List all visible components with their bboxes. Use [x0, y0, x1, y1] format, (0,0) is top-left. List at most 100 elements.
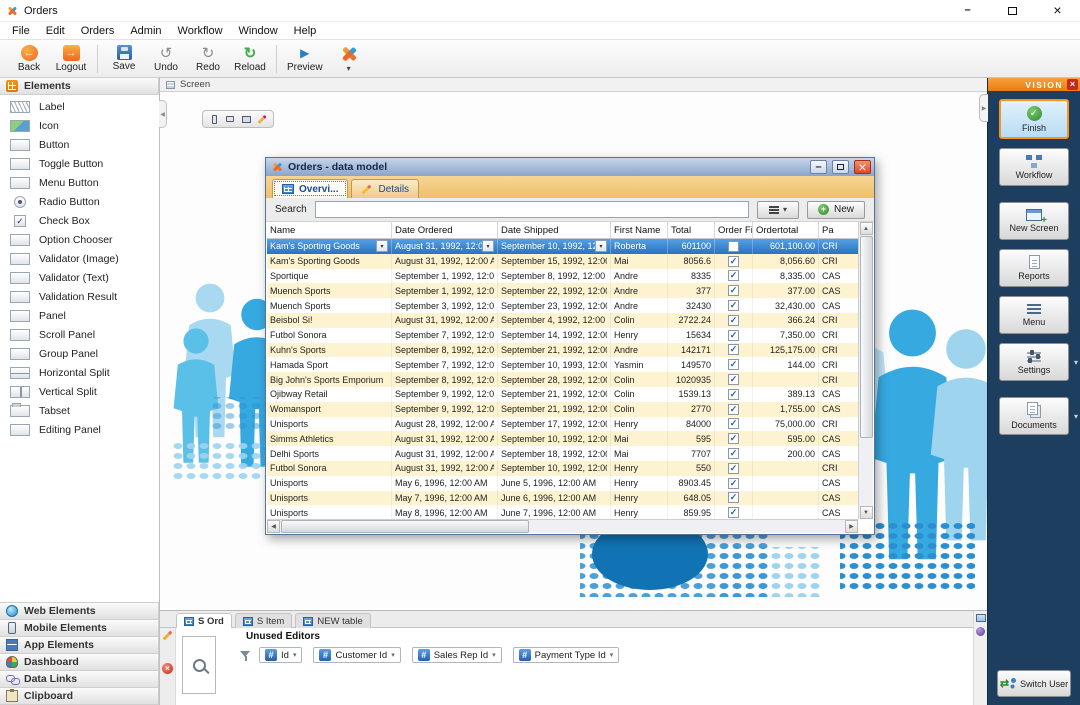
- checkbox-checked-icon[interactable]: ✓: [728, 315, 739, 326]
- checkbox-checked-icon[interactable]: ✓: [728, 463, 739, 474]
- dialog-tab-overvi[interactable]: Overvi...: [272, 179, 348, 198]
- menu-item-window[interactable]: Window: [231, 24, 286, 38]
- element-icon[interactable]: Icon: [0, 116, 159, 135]
- sidebar-collapse-handle[interactable]: ◀: [159, 100, 167, 128]
- device-pencil-button[interactable]: [255, 113, 269, 125]
- toolbar-button-back[interactable]: Back: [8, 41, 50, 77]
- table-row-sportique-2[interactable]: SportiqueSeptember 1, 1992, 12:00 AMSept…: [267, 269, 858, 284]
- column-header-date-ordered[interactable]: Date Ordered: [392, 222, 498, 238]
- scroll-up-button[interactable]: ▲: [860, 222, 873, 235]
- column-header-total[interactable]: Total: [668, 222, 715, 238]
- horizontal-scrollbar[interactable]: ◀ ▶: [267, 519, 858, 533]
- table-row-hamada-sport-8[interactable]: Hamada SportSeptember 7, 1992, 12:00 AMS…: [267, 357, 858, 372]
- element-validator-image[interactable]: Validator (Image): [0, 249, 159, 268]
- checkbox-checked-icon[interactable]: ✓: [728, 404, 739, 415]
- panel-header-clipboard[interactable]: Clipboard: [0, 687, 159, 705]
- element-validation-result[interactable]: Validation Result: [0, 287, 159, 306]
- checkbox-checked-icon[interactable]: ✓: [728, 478, 739, 489]
- vision-finish-button[interactable]: Finish: [999, 99, 1069, 139]
- monitor-icon[interactable]: [976, 614, 986, 622]
- element-label[interactable]: Label: [0, 97, 159, 116]
- element-button[interactable]: Button: [0, 135, 159, 154]
- checkbox-unchecked-icon[interactable]: [728, 241, 739, 252]
- panel-header-data-links[interactable]: Data Links: [0, 670, 159, 688]
- dialog-maximize-button[interactable]: [832, 160, 849, 174]
- table-row-unisports-17[interactable]: UnisportsMay 7, 1996, 12:00 AMJune 6, 19…: [267, 491, 858, 506]
- scroll-right-button[interactable]: ▶: [845, 520, 858, 533]
- checkbox-checked-icon[interactable]: ✓: [728, 285, 739, 296]
- combo-dropdown-icon[interactable]: ▾: [595, 240, 607, 252]
- table-menu-button[interactable]: ▾: [757, 201, 799, 219]
- maximize-button[interactable]: [990, 0, 1035, 21]
- toolbar-button-save[interactable]: Save: [103, 41, 145, 77]
- search-input[interactable]: [315, 201, 749, 218]
- device-tablet-button[interactable]: [223, 113, 237, 125]
- table-row-futbol-sonora-6[interactable]: Futbol SonoraSeptember 7, 1992, 12:00 AM…: [267, 328, 858, 343]
- table-row-womansport-11[interactable]: WomansportSeptember 9, 1992, 12:00 AMSep…: [267, 402, 858, 417]
- checkbox-checked-icon[interactable]: ✓: [728, 507, 739, 518]
- vision-collapse-handle[interactable]: ▶: [979, 94, 988, 122]
- editor-tab-s-ord[interactable]: S Ord: [176, 613, 232, 628]
- checkbox-checked-icon[interactable]: ✓: [728, 344, 739, 355]
- vertical-scroll-thumb[interactable]: [860, 236, 873, 438]
- dropdown-arrow-icon[interactable]: ▾: [1074, 358, 1078, 367]
- toolbar-button-logout[interactable]: Logout: [50, 41, 92, 77]
- checkbox-checked-icon[interactable]: ✓: [728, 389, 739, 400]
- table-row-ojibway-retail-10[interactable]: Ojibway RetailSeptember 9, 1992, 12:00 A…: [267, 387, 858, 402]
- remove-icon[interactable]: [162, 663, 173, 674]
- panel-header-web-elements[interactable]: Web Elements: [0, 602, 159, 620]
- dialog-title-bar[interactable]: Orders - data model: [266, 158, 874, 176]
- new-record-button[interactable]: New: [807, 201, 865, 219]
- toolbar-button-undo[interactable]: Undo: [145, 41, 187, 77]
- element-panel[interactable]: Panel: [0, 306, 159, 325]
- device-monitor-button[interactable]: [239, 113, 253, 125]
- element-editing-panel[interactable]: Editing Panel: [0, 420, 159, 439]
- menu-item-help[interactable]: Help: [286, 24, 325, 38]
- column-header-order-filled[interactable]: Order Filled: [715, 222, 753, 238]
- checkbox-checked-icon[interactable]: ✓: [728, 418, 739, 429]
- menu-item-orders[interactable]: Orders: [73, 24, 123, 38]
- column-header-date-shipped[interactable]: Date Shipped: [498, 222, 611, 238]
- vision-settings-button[interactable]: Settings▾: [999, 343, 1069, 381]
- checkbox-checked-icon[interactable]: ✓: [728, 374, 739, 385]
- table-row-unisports-18[interactable]: UnisportsMay 8, 1996, 12:00 AMJune 7, 19…: [267, 505, 858, 519]
- device-phone-button[interactable]: [207, 113, 221, 125]
- element-horizontal-split[interactable]: Horizontal Split: [0, 363, 159, 382]
- elements-panel-header[interactable]: Elements: [0, 77, 159, 95]
- element-group-panel[interactable]: Group Panel: [0, 344, 159, 363]
- table-row-kam-s-sporting-goods-0[interactable]: Kam's Sporting Goods▾August 31, 1992, 12…: [267, 239, 858, 254]
- column-header-ordertotal[interactable]: Ordertotal: [753, 222, 819, 238]
- scroll-down-button[interactable]: ▼: [860, 506, 873, 519]
- panel-header-dashboard[interactable]: Dashboard: [0, 653, 159, 671]
- checkbox-checked-icon[interactable]: ✓: [728, 448, 739, 459]
- editor-tab-s-item[interactable]: S Item: [235, 613, 292, 628]
- preview-thumbnail[interactable]: [182, 636, 216, 694]
- table-row-beisbol-si-5[interactable]: Beisbol Si!August 31, 1992, 12:00 AMSept…: [267, 313, 858, 328]
- table-row-unisports-16[interactable]: UnisportsMay 6, 1996, 12:00 AMJune 5, 19…: [267, 476, 858, 491]
- canvas-tab-label[interactable]: Screen: [180, 79, 210, 90]
- vertical-scrollbar[interactable]: ▲ ▼: [858, 222, 873, 519]
- checkbox-checked-icon[interactable]: ✓: [728, 433, 739, 444]
- sphere-icon[interactable]: [976, 627, 985, 636]
- dialog-close-button[interactable]: [854, 160, 871, 174]
- panel-header-mobile-elements[interactable]: Mobile Elements: [0, 619, 159, 637]
- checkbox-checked-icon[interactable]: ✓: [728, 270, 739, 281]
- element-check-box[interactable]: Check Box: [0, 211, 159, 230]
- checkbox-checked-icon[interactable]: ✓: [728, 492, 739, 503]
- column-header-name[interactable]: Name: [267, 222, 392, 238]
- element-tabset[interactable]: Tabset: [0, 401, 159, 420]
- table-row-delhi-sports-14[interactable]: Delhi SportsAugust 31, 1992, 12:00 AMSep…: [267, 446, 858, 461]
- panel-header-app-elements[interactable]: App Elements: [0, 636, 159, 654]
- field-chip-customer-id[interactable]: Customer Id▾: [313, 647, 400, 663]
- toolbar-button-preview[interactable]: Preview: [282, 41, 328, 77]
- combo-dropdown-icon[interactable]: ▾: [376, 240, 388, 252]
- minimize-button[interactable]: [945, 0, 990, 21]
- checkbox-checked-icon[interactable]: ✓: [728, 256, 739, 267]
- element-vertical-split[interactable]: Vertical Split: [0, 382, 159, 401]
- vision-reports-button[interactable]: Reports: [999, 249, 1069, 287]
- dialog-tab-details[interactable]: Details: [351, 179, 419, 198]
- element-scroll-panel[interactable]: Scroll Panel: [0, 325, 159, 344]
- element-menu-button[interactable]: Menu Button: [0, 173, 159, 192]
- toolbar-button-redo[interactable]: Redo: [187, 41, 229, 77]
- menu-item-admin[interactable]: Admin: [122, 24, 169, 38]
